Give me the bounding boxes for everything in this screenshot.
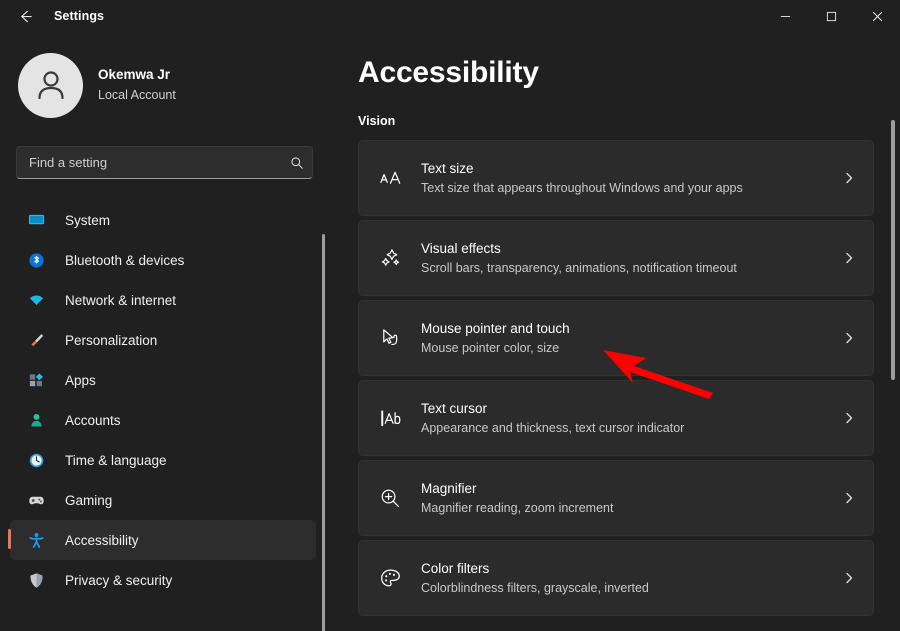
mouse-pointer-icon [359, 327, 421, 350]
sidebar-item-accounts[interactable]: Accounts [10, 400, 316, 440]
chevron-right-icon[interactable] [825, 252, 873, 264]
maximize-button[interactable] [808, 0, 854, 32]
sidebar-scrollbar-thumb[interactable] [322, 234, 325, 631]
sidebar-item-time-language[interactable]: Time & language [10, 440, 316, 480]
card-title: Text size [421, 161, 474, 176]
card-text-size[interactable]: Text size Text size that appears through… [358, 140, 874, 216]
sidebar-item-bluetooth-devices[interactable]: Bluetooth & devices [10, 240, 316, 280]
card-subtitle: Text size that appears throughout Window… [421, 181, 743, 195]
monitor-icon [24, 212, 48, 229]
maximize-icon [826, 11, 836, 21]
card-text: Color filters Colorblindness filters, gr… [421, 559, 825, 597]
close-button[interactable] [854, 0, 900, 32]
card-text: Visual effects Scroll bars, transparency… [421, 239, 825, 277]
card-subtitle: Mouse pointer color, size [421, 341, 560, 355]
minimize-icon [780, 15, 790, 17]
card-subtitle: Colorblindness filters, grayscale, inver… [421, 581, 649, 595]
card-magnifier[interactable]: Magnifier Magnifier reading, zoom increm… [358, 460, 874, 536]
card-text: Magnifier Magnifier reading, zoom increm… [421, 479, 825, 517]
sidebar-item-label: Accessibility [65, 532, 139, 548]
search-box[interactable] [16, 146, 313, 179]
card-title: Text cursor [421, 401, 488, 416]
wifi-icon [24, 292, 48, 309]
text-size-aa-icon [359, 167, 421, 190]
chevron-right-icon[interactable] [825, 492, 873, 504]
person-avatar-icon [37, 71, 64, 100]
sidebar-item-label: Time & language [65, 452, 167, 468]
main-scrollbar-thumb[interactable] [891, 120, 895, 380]
search-input[interactable] [17, 155, 282, 170]
section-label-vision: Vision [358, 114, 396, 128]
card-text: Text cursor Appearance and thickness, te… [421, 399, 825, 437]
back-arrow-icon [20, 10, 32, 22]
card-text: Text size Text size that appears through… [421, 159, 825, 197]
account-person-icon [24, 412, 48, 429]
settings-window: Settings Okemwa Jr Local Account Find a … [0, 0, 900, 631]
magnifier-plus-icon [359, 487, 421, 510]
sidebar-item-label: Bluetooth & devices [65, 252, 185, 268]
chevron-right-icon[interactable] [825, 172, 873, 184]
sidebar: Okemwa Jr Local Account Find a setting S… [0, 32, 330, 631]
sidebar-item-system[interactable]: System [10, 200, 316, 240]
card-title: Color filters [421, 561, 490, 576]
sidebar-item-label: Network & internet [65, 292, 177, 308]
sidebar-item-label: System [65, 212, 111, 228]
settings-card-list: Text size Text size that appears through… [330, 140, 900, 616]
sidebar-item-label: Privacy & security [65, 572, 173, 588]
card-subtitle: Appearance and thickness, text cursor in… [421, 421, 685, 435]
color-palette-icon [359, 567, 421, 590]
avatar [18, 52, 83, 118]
app-title: Settings [54, 9, 105, 23]
shield-icon [24, 572, 48, 589]
sidebar-item-privacy-security[interactable]: Privacy & security [10, 560, 316, 600]
back-button[interactable] [8, 2, 42, 30]
card-mouse-pointer-and-touch[interactable]: Mouse pointer and touch Mouse pointer co… [358, 300, 874, 376]
profile-name: Okemwa Jr [98, 67, 171, 82]
sparkles-icon [359, 247, 421, 270]
card-text: Mouse pointer and touch Mouse pointer co… [421, 319, 825, 357]
search-icon [282, 156, 312, 170]
card-color-filters[interactable]: Color filters Colorblindness filters, gr… [358, 540, 874, 616]
gamepad-icon [24, 492, 48, 509]
clock-icon [24, 452, 48, 469]
close-icon [872, 11, 882, 21]
page-title: Accessibility [358, 56, 539, 89]
card-title: Visual effects [421, 241, 501, 256]
minimize-button[interactable] [762, 0, 808, 32]
text-cursor-icon [359, 407, 421, 430]
chevron-right-icon[interactable] [825, 572, 873, 584]
main-content: Accessibility Vision Text size Text size… [330, 32, 900, 631]
sidebar-item-apps[interactable]: Apps [10, 360, 316, 400]
sidebar-item-gaming[interactable]: Gaming [10, 480, 316, 520]
card-text-cursor[interactable]: Text cursor Appearance and thickness, te… [358, 380, 874, 456]
profile-subtitle: Local Account [98, 88, 176, 102]
sidebar-item-label: Personalization [65, 332, 158, 348]
card-title: Mouse pointer and touch [421, 321, 570, 336]
paintbrush-icon [24, 332, 48, 349]
accessibility-person-icon [24, 532, 48, 549]
chevron-right-icon[interactable] [825, 412, 873, 424]
sidebar-item-label: Gaming [65, 492, 113, 508]
card-subtitle: Magnifier reading, zoom increment [421, 501, 614, 515]
sidebar-nav: System Bluetooth & devices Network & int… [0, 200, 330, 631]
card-title: Magnifier [421, 481, 477, 496]
chevron-right-icon[interactable] [825, 332, 873, 344]
sidebar-item-personalization[interactable]: Personalization [10, 320, 316, 360]
user-profile[interactable]: Okemwa Jr Local Account [0, 32, 330, 118]
card-subtitle: Scroll bars, transparency, animations, n… [421, 261, 737, 275]
title-bar: Settings [0, 0, 900, 32]
card-visual-effects[interactable]: Visual effects Scroll bars, transparency… [358, 220, 874, 296]
sidebar-item-label: Apps [65, 372, 96, 388]
sidebar-item-label: Accounts [65, 412, 121, 428]
bluetooth-icon [24, 252, 48, 269]
sidebar-item-accessibility[interactable]: Accessibility [8, 520, 316, 560]
sidebar-item-network-internet[interactable]: Network & internet [10, 280, 316, 320]
apps-grid-icon [24, 372, 48, 389]
caption-buttons [762, 0, 900, 32]
